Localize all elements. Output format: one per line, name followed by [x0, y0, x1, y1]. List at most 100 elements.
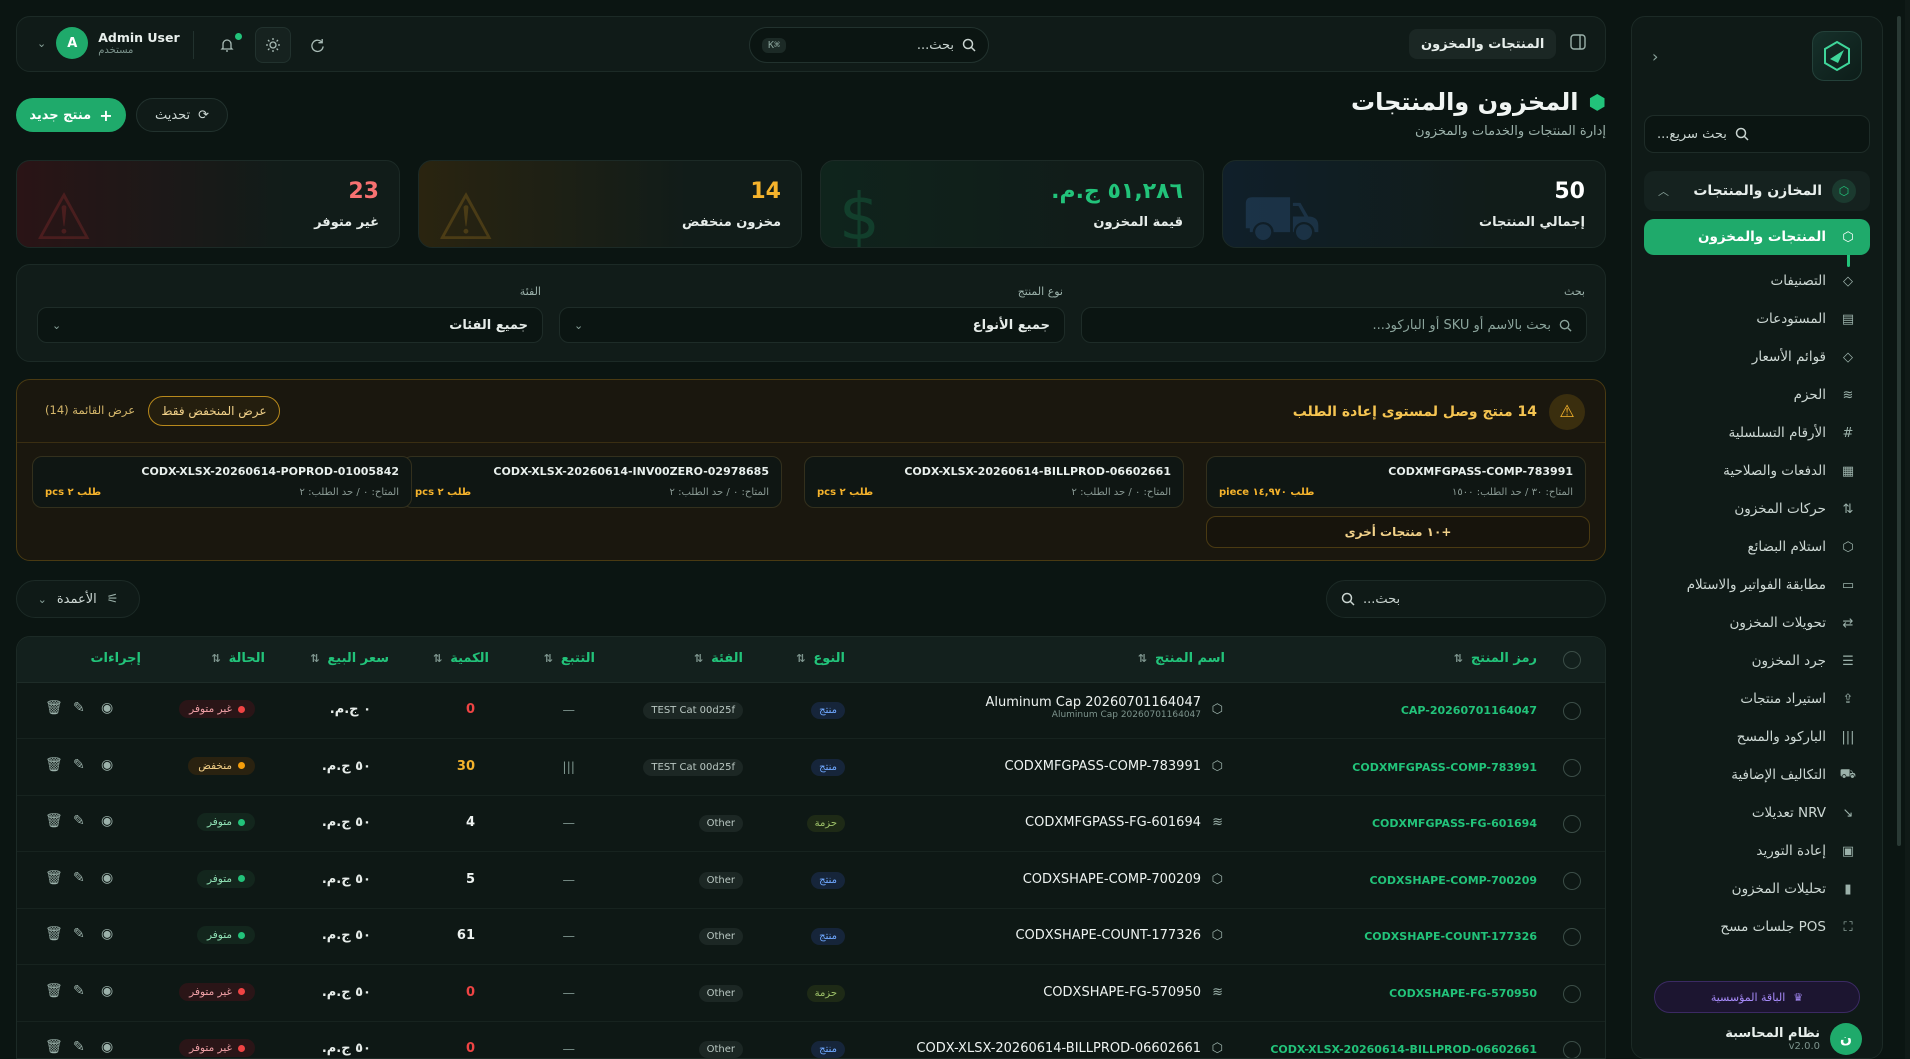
app-logo[interactable] — [1812, 31, 1862, 81]
category-select[interactable]: جميع الفئات ⌄ — [37, 307, 543, 343]
sidebar-item[interactable]: ☰ جرد المخزون — [1644, 643, 1870, 679]
type-select[interactable]: جميع الأنواع ⌄ — [559, 307, 1065, 343]
eye-icon[interactable]: ◉ — [101, 813, 113, 829]
table-row[interactable]: CODXSHAPE-COUNT-177326 ⬡ CODXSHAPE-COUNT-1… — [17, 909, 1605, 965]
new-product-button[interactable]: منتج جديد + — [16, 98, 126, 132]
table-row[interactable]: CODXMFGPASS-COMP-783991 ⬡ CODXMFGPASS-COMP… — [17, 740, 1605, 796]
header-code[interactable]: رمز المنتج ⇅ — [1454, 651, 1537, 666]
refresh-icon[interactable] — [303, 31, 331, 59]
user-menu[interactable]: ⌄ A Admin User مستخدم — [37, 27, 180, 59]
eye-icon[interactable]: ◉ — [101, 983, 113, 999]
trash-icon[interactable]: 🗑 — [45, 813, 63, 829]
trash-icon[interactable]: 🗑 — [45, 757, 63, 773]
header-qty[interactable]: الكمية ⇅ — [433, 651, 489, 666]
reorder-card[interactable]: CODX-XLSX-20260614-BILLPROD-06602661 المت… — [804, 456, 1184, 508]
product-code[interactable]: CODXMFGPASS-FG-601694 — [1372, 817, 1537, 830]
trash-icon[interactable]: 🗑 — [45, 1039, 63, 1055]
edit-icon[interactable]: ✎ — [73, 870, 85, 886]
eye-icon[interactable]: ◉ — [101, 700, 113, 716]
reorder-card[interactable]: CODXMFGPASS-COMP-783991 المتاح: ٣٠ / حد ا… — [1206, 456, 1586, 508]
header-price[interactable]: سعر البيع ⇅ — [310, 651, 389, 666]
sidebar-item[interactable]: ◇ التصنيفات — [1644, 263, 1870, 299]
row-checkbox[interactable] — [1563, 815, 1581, 833]
row-checkbox[interactable] — [1563, 871, 1581, 890]
table-row[interactable]: CODXSHAPE-FG-570950 ≋ CODXSHAPE-FG-570950 ح… — [17, 966, 1605, 1022]
table-row[interactable]: CODXMFGPASS-FG-601694 ≋ CODXMFGPASS-FG-601… — [17, 796, 1605, 852]
breadcrumb[interactable]: المنتجات والمخزون — [1409, 29, 1557, 59]
page-scrollbar[interactable] — [1905, 0, 1910, 1059]
eye-icon[interactable]: ◉ — [101, 1039, 113, 1055]
sidebar-item[interactable]: # الأرقام التسلسلية — [1644, 415, 1870, 451]
category-badge: Other — [698, 1041, 743, 1058]
edit-icon[interactable]: ✎ — [73, 1039, 85, 1055]
sidebar-item[interactable]: ◇ قوائم الأسعار — [1644, 339, 1870, 375]
more-products-button[interactable]: +١٠ منتجات أخرى — [1206, 516, 1590, 548]
sidebar-item[interactable]: ▭ مطابقة الفواتير والاستلام — [1644, 567, 1870, 603]
table-row[interactable]: CODXSHAPE-COMP-700209 ⬡ CODXSHAPE-COMP-700… — [17, 853, 1605, 909]
sidebar-item[interactable]: ▦ الدفعات والصلاحية — [1644, 453, 1870, 489]
table-search-input[interactable]: بحث... — [1326, 580, 1606, 618]
header-category[interactable]: الفئة ⇅ — [694, 651, 743, 666]
product-search-input[interactable]: بحث بالاسم أو SKU أو الباركود... — [1081, 307, 1587, 343]
sidebar-item[interactable]: ⬡ المنتجات والمخزون — [1644, 219, 1870, 255]
sidebar-item[interactable]: ⬡ استلام البضائع — [1644, 529, 1870, 565]
global-search[interactable]: بحث... ⌘K — [749, 27, 989, 63]
sidebar-item[interactable]: ↘ NRV تعديلات — [1644, 795, 1870, 831]
trash-icon[interactable]: 🗑 — [45, 700, 63, 716]
edit-icon[interactable]: ✎ — [73, 700, 85, 716]
sidebar-item[interactable]: ⇪ استيراد منتجات — [1644, 681, 1870, 717]
edit-icon[interactable]: ✎ — [73, 926, 85, 942]
trash-icon[interactable]: 🗑 — [45, 983, 63, 999]
header-type[interactable]: النوع ⇅ — [796, 651, 845, 666]
row-checkbox[interactable] — [1563, 758, 1581, 777]
sidebar-item[interactable]: ▮ تحليلات المخزون — [1644, 871, 1870, 907]
product-code[interactable]: CODXSHAPE-COMP-700209 — [1369, 874, 1537, 887]
price-value: ٥٠ ج.م. — [321, 815, 371, 830]
table-row[interactable]: CAP-20260701164047 ⬡ Aluminum Cap 20260701… — [17, 683, 1605, 739]
product-code[interactable]: CODX-XLSX-20260614-BILLPROD-06602661 — [1270, 1043, 1537, 1056]
plan-badge[interactable]: ♛ الباقة المؤسسية — [1654, 981, 1860, 1013]
select-all-checkbox[interactable] — [1563, 651, 1581, 669]
sidebar-item[interactable]: ||| الباركود والمسح — [1644, 719, 1870, 755]
chevron-right-icon[interactable]: › — [1652, 47, 1658, 66]
low-only-button[interactable]: عرض المنخفض فقط — [148, 396, 280, 426]
product-code[interactable]: CODXMFGPASS-COMP-783991 — [1352, 761, 1537, 774]
panel-toggle-icon[interactable] — [1569, 33, 1587, 55]
header-tracking[interactable]: التتبع ⇅ — [544, 651, 595, 666]
reorder-card[interactable]: CODX-XLSX-20260614-INV00ZERO-02978685 الم… — [402, 456, 782, 508]
row-checkbox[interactable] — [1563, 1041, 1581, 1058]
view-list-link[interactable]: عرض القائمة (14) — [45, 403, 135, 417]
sidebar-group-inventory[interactable]: ⬡ المخازن والمنتجات ︿ — [1644, 171, 1870, 211]
sidebar-item[interactable]: ⛟ التكاليف الإضافية — [1644, 757, 1870, 793]
trash-icon[interactable]: 🗑 — [45, 870, 63, 886]
eye-icon[interactable]: ◉ — [101, 757, 113, 773]
sidebar-item[interactable]: ≋ الحزم — [1644, 377, 1870, 413]
edit-icon[interactable]: ✎ — [73, 757, 85, 773]
header-name[interactable]: اسم المنتج ⇅ — [1138, 651, 1225, 666]
product-code[interactable]: CAP-20260701164047 — [1401, 704, 1537, 717]
header-status[interactable]: الحالة ⇅ — [211, 651, 265, 666]
refresh-button[interactable]: تحديث ⟳ — [136, 98, 228, 132]
sidebar-item[interactable]: ▤ المستودعات — [1644, 301, 1870, 337]
sidebar-item[interactable]: ⇅ حركات المخزون — [1644, 491, 1870, 527]
edit-icon[interactable]: ✎ — [73, 983, 85, 999]
sidebar-item[interactable]: ⇄ تحويلات المخزون — [1644, 605, 1870, 641]
product-code[interactable]: CODXSHAPE-FG-570950 — [1389, 987, 1537, 1000]
table-row[interactable]: CODX-XLSX-20260614-BILLPROD-06602661 ⬡ COD… — [17, 1022, 1605, 1058]
sidebar-quick-search[interactable]: بحث سريع... — [1644, 115, 1870, 153]
row-checkbox[interactable] — [1563, 702, 1581, 720]
sidebar-item[interactable]: ▣ إعادة التوريد — [1644, 833, 1870, 869]
sidebar-scrollbar[interactable] — [1897, 16, 1901, 846]
row-checkbox[interactable] — [1563, 984, 1581, 1003]
header-price-label: سعر البيع — [327, 651, 389, 666]
row-checkbox[interactable] — [1563, 928, 1581, 946]
sun-icon[interactable] — [255, 27, 291, 63]
edit-icon[interactable]: ✎ — [73, 813, 85, 829]
reorder-card[interactable]: CODX-XLSX-20260614-POPROD-01005842 المتاح… — [32, 456, 412, 508]
columns-button[interactable]: ⚟ الأعمدة ⌄ — [16, 580, 140, 618]
trash-icon[interactable]: 🗑 — [45, 926, 63, 942]
sidebar-item[interactable]: ⛶ POS جلسات مسح — [1644, 909, 1870, 945]
eye-icon[interactable]: ◉ — [101, 926, 113, 942]
product-code[interactable]: CODXSHAPE-COUNT-177326 — [1364, 930, 1537, 943]
eye-icon[interactable]: ◉ — [101, 870, 113, 886]
